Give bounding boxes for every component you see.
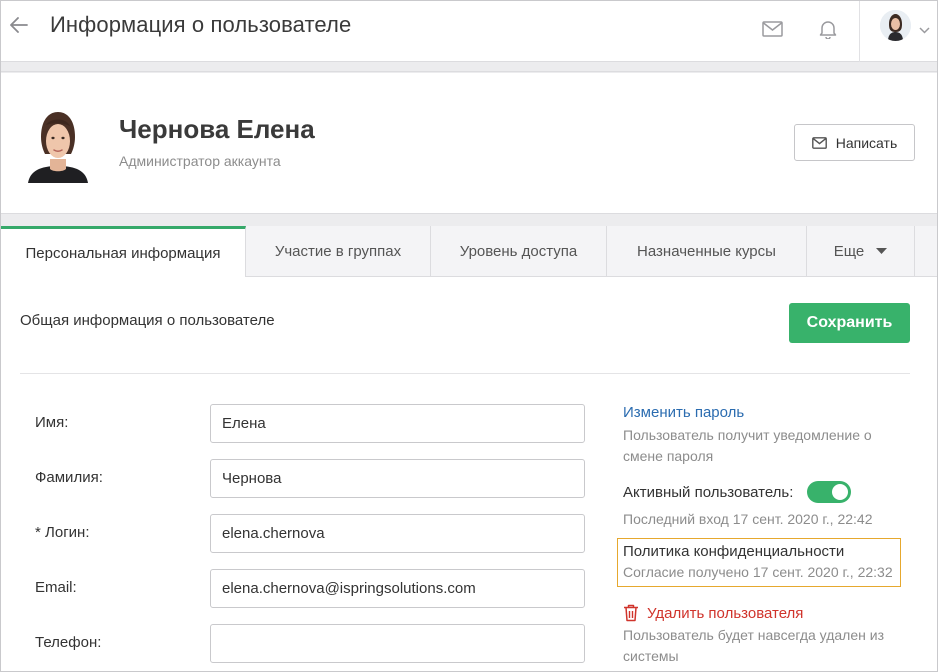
user-photo-icon	[21, 103, 95, 183]
user-menu-avatar[interactable]	[880, 10, 911, 41]
mail-icon	[761, 21, 783, 37]
login-label: * Логин:	[35, 524, 90, 541]
tab-personal-info[interactable]: Персональная информация	[1, 226, 246, 277]
profile-spacer	[1, 215, 937, 226]
delete-user-hint: Пользователь будет навсегда удален из си…	[623, 627, 884, 664]
tab-groups[interactable]: Участие в группах	[246, 226, 431, 276]
login-input[interactable]	[210, 514, 585, 553]
tab-label: Участие в группах	[274, 242, 402, 260]
trash-icon	[624, 604, 638, 622]
back-button[interactable]	[7, 13, 31, 37]
active-user-block: Активный пользователь: Последний вход 17…	[623, 481, 873, 530]
privacy-consent-text: Согласие получено 17 сент. 2020 г., 22:3…	[623, 564, 893, 580]
header-divider	[859, 1, 860, 62]
caret-down-icon	[876, 248, 888, 254]
section-divider	[20, 373, 910, 374]
email-input[interactable]	[210, 569, 585, 608]
privacy-policy-block: Политика конфиденциальности Согласие пол…	[623, 543, 893, 583]
tab-bar: Персональная информация Участие в группа…	[1, 226, 937, 277]
save-button[interactable]: Сохранить	[789, 303, 910, 343]
user-menu-caret[interactable]	[919, 21, 930, 39]
top-bar: Информация о пользователе	[1, 1, 937, 62]
last-login-text: Последний вход 17 сент. 2020 г., 22:42	[623, 511, 873, 527]
phone-label: Телефон:	[35, 634, 102, 651]
mail-icon	[811, 136, 827, 149]
last-name-label: Фамилия:	[35, 469, 103, 486]
first-name-label: Имя:	[35, 414, 69, 431]
write-message-button[interactable]: Написать	[794, 124, 915, 161]
active-user-row: Активный пользователь:	[623, 481, 873, 503]
user-full-name: Чернова Елена	[119, 114, 315, 144]
section-title: Общая информация о пользователе	[20, 312, 275, 329]
delete-user-link[interactable]: Удалить пользователя	[623, 604, 903, 622]
avatar-icon	[880, 10, 911, 41]
tab-label: Уровень доступа	[459, 242, 578, 260]
user-role: Администратор аккаунта	[119, 153, 281, 169]
header-spacer	[1, 62, 937, 72]
phone-input[interactable]	[210, 624, 585, 663]
messages-button[interactable]	[760, 17, 784, 41]
change-password-link[interactable]: Изменить пароль	[623, 404, 893, 421]
tab-label: Персональная информация	[25, 244, 221, 262]
toggle-knob	[832, 484, 849, 500]
notifications-button[interactable]	[816, 17, 840, 41]
delete-user-block: Удалить пользователя Пользователь будет …	[623, 604, 903, 667]
email-label: Email:	[35, 579, 77, 596]
tab-label: Еще	[833, 242, 865, 260]
chevron-down-icon	[919, 27, 930, 34]
bell-icon	[819, 21, 837, 39]
personal-info-panel: Общая информация о пользователе Сохранит…	[1, 277, 937, 671]
profile-card: Чернова Елена Администратор аккаунта Нап…	[1, 73, 937, 214]
first-name-input[interactable]	[210, 404, 585, 443]
back-arrow-icon	[10, 17, 28, 33]
last-name-input[interactable]	[210, 459, 585, 498]
change-password-block: Изменить пароль Пользователь получит уве…	[623, 404, 893, 467]
change-password-hint: Пользователь получит уведомление о смене…	[623, 427, 872, 464]
tab-access-level[interactable]: Уровень доступа	[431, 226, 607, 276]
delete-user-label: Удалить пользователя	[647, 604, 804, 622]
active-user-toggle[interactable]	[807, 481, 852, 503]
write-message-label: Написать	[835, 134, 898, 151]
app-window: Информация о пользователе Чернова Елена …	[0, 0, 938, 672]
active-user-label: Активный пользователь:	[623, 483, 794, 501]
tab-assigned-courses[interactable]: Назначенные курсы	[607, 226, 807, 276]
page-title: Информация о пользователе	[50, 12, 352, 37]
tab-label: Назначенные курсы	[637, 242, 776, 260]
tab-more[interactable]: Еще	[807, 226, 915, 276]
privacy-policy-title: Политика конфиденциальности	[623, 543, 845, 560]
profile-avatar	[21, 103, 95, 183]
